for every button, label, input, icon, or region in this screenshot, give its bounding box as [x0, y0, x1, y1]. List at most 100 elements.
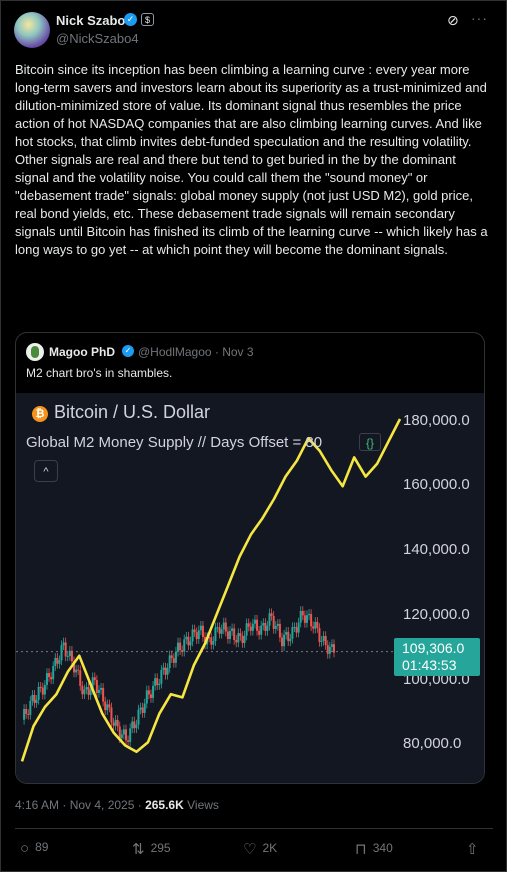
candle-body: [58, 660, 61, 664]
reply-button[interactable]: ○ 89: [20, 840, 48, 857]
timestamp[interactable]: 4:16 AM · Nov 4, 2025 ·: [15, 798, 145, 812]
candle-body: [68, 650, 71, 656]
quoted-author-avatar[interactable]: [26, 343, 44, 361]
price-chart-image[interactable]: ₿ Bitcoin / U.S. Dollar Global M2 Money …: [16, 393, 484, 783]
candle-body: [283, 634, 286, 647]
candle-body: [52, 666, 55, 680]
bookmark-button[interactable]: ⊓ 340: [355, 840, 393, 858]
bookmark-count: 340: [372, 841, 393, 855]
candle-body: [189, 641, 192, 646]
candle-body: [214, 627, 217, 642]
candle-body: [297, 622, 300, 633]
candle-body: [133, 721, 136, 729]
tweet-text: Bitcoin since its inception has been cli…: [15, 62, 488, 257]
candle-body: [102, 687, 105, 702]
candle-body: [233, 628, 236, 641]
candle-body: [60, 645, 63, 661]
candle-body: [229, 630, 231, 639]
grok-icon[interactable]: ⊘: [447, 12, 459, 29]
candle-body: [258, 630, 261, 635]
y-tick-label: 120,000.0: [403, 606, 470, 623]
candle-body: [312, 626, 315, 629]
candle-body: [276, 623, 279, 626]
share-icon: ⇧: [466, 841, 479, 858]
candle-body: [281, 637, 283, 647]
candle-body: [120, 734, 123, 739]
like-button[interactable]: ♡ 2K: [243, 840, 277, 858]
candle-body: [245, 623, 248, 636]
more-options-icon[interactable]: ···: [471, 10, 488, 26]
candle-body: [35, 699, 38, 703]
candle-body: [145, 690, 148, 704]
bitcoin-logo-icon: ₿: [32, 406, 48, 422]
candle-body: [31, 694, 34, 701]
candle-body: [143, 703, 146, 713]
current-price-tag: 109,306.0 01:43:53: [394, 638, 480, 676]
candle-body: [253, 619, 256, 624]
candle-body: [112, 722, 115, 726]
candle-countdown: 01:43:53: [402, 657, 457, 673]
candle-body: [37, 686, 40, 700]
candle-body: [158, 683, 161, 686]
chart-plot: [16, 418, 402, 762]
candle-body: [270, 613, 273, 616]
share-button[interactable]: ⇧: [466, 840, 485, 858]
y-tick-label: 180,000.0: [403, 412, 470, 429]
candle-body: [122, 729, 125, 735]
candle-body: [291, 627, 294, 639]
reply-icon: ○: [20, 840, 30, 857]
candle-body: [54, 657, 57, 667]
candle-body: [251, 623, 254, 631]
candle-body: [29, 700, 32, 715]
quoted-author-name[interactable]: Magoo PhD: [49, 345, 115, 359]
chart-indicator-label: Global M2 Money Supply // Days Offset = …: [26, 434, 323, 451]
candle-body: [322, 636, 325, 641]
candle-body: [272, 615, 275, 629]
candle-body: [141, 707, 144, 713]
candle-body: [137, 709, 140, 725]
candle-body: [43, 685, 46, 695]
collapse-chevron-icon: ^: [34, 460, 58, 482]
candle-body: [114, 719, 117, 726]
candle-body: [239, 633, 242, 636]
candle-body: [310, 613, 313, 627]
candle-body: [260, 625, 263, 635]
candle-body: [131, 721, 134, 729]
candle-body: [97, 689, 100, 693]
candle-body: [201, 625, 204, 638]
candle-body: [237, 633, 240, 643]
author-handle[interactable]: @NickSzabo4: [56, 31, 139, 46]
candle-body: [50, 677, 53, 680]
candle-body: [66, 655, 69, 657]
quoted-tweet[interactable]: Magoo PhD ✓ @HodlMagoo · Nov 3 M2 chart …: [15, 332, 485, 784]
candle-body: [127, 740, 130, 742]
candle-body: [224, 622, 227, 632]
candle-body: [333, 644, 335, 653]
candle-body: [328, 646, 331, 654]
affiliate-badge-icon[interactable]: $: [141, 13, 154, 26]
candle-body: [268, 613, 271, 626]
y-tick-label: 80,000.0: [403, 735, 462, 752]
candle-body: [108, 704, 111, 708]
author-name[interactable]: Nick Szabo: [56, 13, 125, 28]
candle-body: [216, 627, 219, 629]
candle-body: [330, 644, 333, 647]
candle-body: [147, 690, 150, 695]
candle-body: [95, 680, 98, 693]
candle-body: [77, 669, 80, 671]
bookmark-icon: ⊓: [355, 841, 367, 858]
candle-body: [118, 726, 121, 739]
candle-body: [156, 678, 159, 686]
candle-body: [320, 640, 323, 642]
like-count: 2K: [262, 841, 278, 855]
author-avatar[interactable]: [14, 12, 50, 48]
candle-body: [285, 631, 288, 635]
repost-button[interactable]: ⇅ 295: [132, 840, 171, 858]
candle-body: [220, 629, 223, 634]
candle-body: [187, 636, 190, 646]
m2-series-line: [20, 418, 402, 762]
candle-body: [195, 632, 198, 640]
candle-body: [106, 704, 109, 711]
candle-body: [83, 689, 86, 695]
candle-body: [23, 708, 26, 720]
